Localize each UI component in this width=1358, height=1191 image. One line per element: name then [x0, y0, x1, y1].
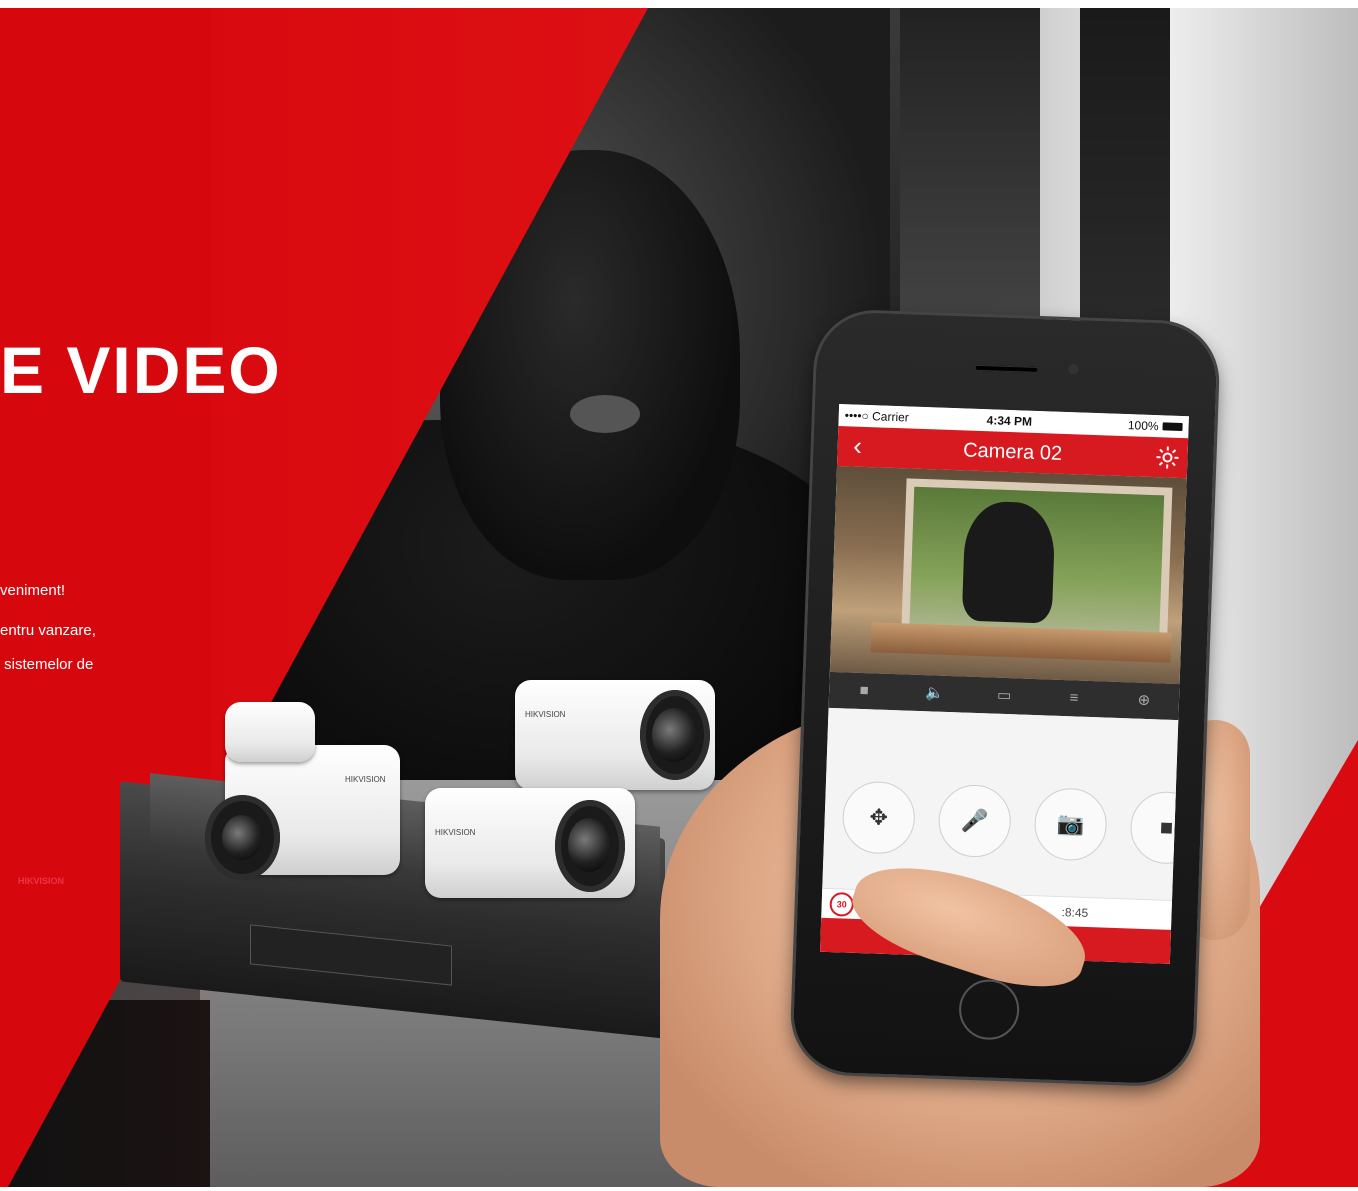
camera-brand-label: HIKVISION [525, 710, 566, 719]
camera-lens-glass [652, 708, 696, 762]
camera-icon[interactable]: 📷 [1033, 787, 1108, 862]
hero-banner: E VIDEO veniment! entru vanzare, sisteme… [0, 0, 1358, 1191]
ptz-icon[interactable]: ✥ [841, 780, 916, 855]
home-button[interactable] [958, 978, 1021, 1041]
window-glass [900, 8, 1050, 328]
carrier-label: ••••○ Carrier [844, 408, 910, 425]
nvr-brand-label: HIKVISION [18, 876, 65, 886]
stop-icon[interactable]: ■ [855, 682, 874, 701]
aspect-ratio-icon[interactable]: ▭ [995, 687, 1014, 706]
live-video-feed[interactable] [829, 465, 1187, 685]
bullet-camera-back [225, 702, 315, 762]
gear-icon[interactable] [1155, 445, 1180, 470]
speaker-icon[interactable]: 🔈 [925, 684, 944, 703]
hero-copy-line-2: entru vanzare, [0, 622, 96, 639]
hero-headline: E VIDEO [0, 333, 282, 407]
status-time: 4:34 PM [986, 413, 1033, 429]
quality-icon[interactable]: ≡ [1065, 689, 1084, 708]
record-icon[interactable]: ■ [1129, 790, 1189, 865]
camera-lens-glass [222, 815, 262, 860]
battery-icon [1162, 422, 1183, 432]
battery-percent: 100% [1127, 418, 1159, 434]
camera-title: Camera 02 [962, 439, 1063, 465]
camera-brand-label: HIKVISION [435, 828, 476, 837]
burglar-eye-opening [570, 395, 640, 433]
camera-brand-label: HIKVISION [345, 775, 386, 784]
hero-copy-line-1: veniment! [0, 582, 66, 599]
playback-time: :8:45 [1061, 905, 1089, 921]
camera-lens-glass [568, 818, 610, 872]
front-camera [1068, 364, 1079, 375]
zoom-in-icon[interactable]: ⊕ [1135, 692, 1154, 711]
hero-copy-line-3: sistemelor de [0, 656, 94, 673]
microphone-icon[interactable]: 🎤 [937, 783, 1012, 859]
playback-rewind-icon[interactable]: 30 [829, 892, 855, 917]
earpiece-speaker [974, 364, 1039, 373]
video-intruder [961, 500, 1056, 624]
